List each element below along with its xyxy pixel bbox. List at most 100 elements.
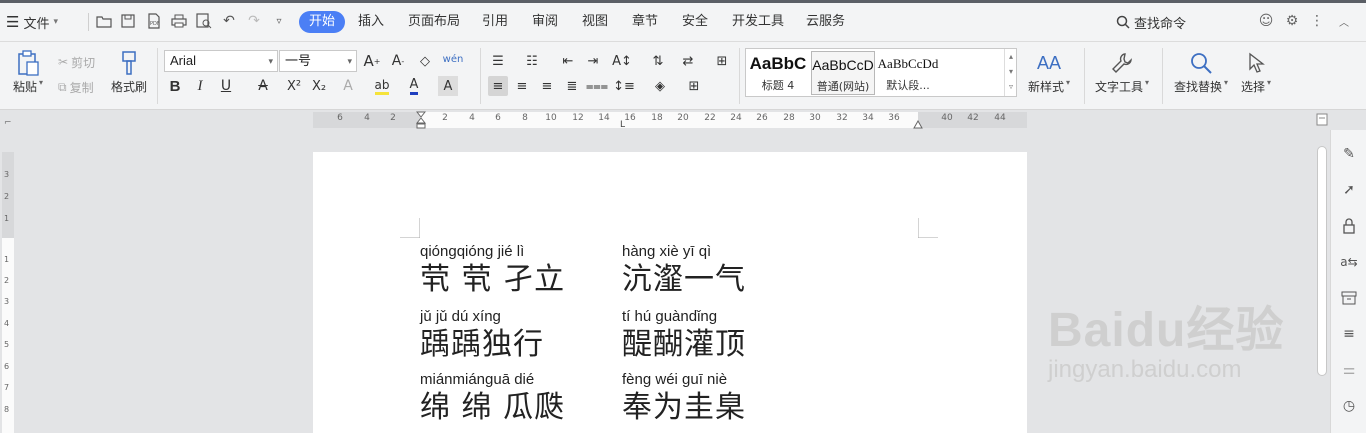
line-spacing-icon[interactable]: ↕≡ — [613, 76, 635, 96]
title-strip — [0, 0, 1366, 3]
align-center-icon[interactable]: ≡ — [512, 76, 532, 96]
ruler-tick-label: 40 — [941, 113, 953, 123]
increase-indent-icon[interactable]: ⇥ — [583, 51, 603, 71]
styles-scroll[interactable]: ▴ ▾ ▿ — [1004, 49, 1017, 96]
indent-marker[interactable] — [415, 111, 427, 129]
tab-insert[interactable]: 插入 — [358, 11, 384, 33]
pinyin-guide-icon[interactable]: wén — [443, 49, 464, 69]
export-pdf-icon[interactable]: PDF — [144, 11, 164, 31]
history-clock-icon[interactable]: ◷ — [1339, 396, 1359, 416]
vruler-tick-label: 5 — [4, 340, 10, 349]
print-icon[interactable] — [169, 11, 189, 31]
cursor-arrow-icon — [1242, 48, 1270, 78]
style-normal-web[interactable]: AaBbCcD 普通(网站) — [811, 51, 875, 95]
bold-icon[interactable]: B — [165, 76, 185, 96]
tab-security[interactable]: 安全 — [682, 11, 708, 33]
translate-icon[interactable]: a⇆ — [1339, 252, 1359, 272]
decrease-font-size-icon[interactable]: A- — [388, 51, 408, 71]
bullet-list-icon[interactable]: ☰ — [488, 51, 508, 71]
ruler-tick-label: 4 — [469, 113, 475, 123]
feedback-smiley-icon[interactable]: ☺ — [1256, 11, 1276, 31]
undo-icon[interactable]: ↶ — [219, 11, 239, 31]
superscript-icon[interactable]: X² — [284, 76, 304, 96]
paintbrush-icon — [115, 48, 143, 78]
select-button[interactable]: 选择 ▾ — [1236, 48, 1276, 104]
italic-icon[interactable]: I — [190, 76, 210, 96]
distributed-align-icon[interactable]: ⩶ — [586, 76, 608, 96]
tab-stop-marker[interactable]: L — [620, 120, 625, 130]
lock-icon[interactable] — [1339, 216, 1359, 236]
tab-review[interactable]: 审阅 — [532, 11, 558, 33]
numbered-list-icon[interactable]: ☷ — [522, 51, 542, 71]
file-menu[interactable]: ☰ 文件 ▾ — [6, 11, 58, 33]
text-effect-icon[interactable]: A — [338, 76, 358, 96]
tab-developer-tools[interactable]: 开发工具 — [732, 11, 784, 33]
tab-stop-selector[interactable]: ⌐ — [4, 118, 12, 128]
justify-icon[interactable]: ≣ — [562, 76, 582, 96]
gear-icon[interactable]: ⚙ — [1282, 11, 1302, 31]
font-color-icon[interactable]: A — [404, 76, 424, 96]
tab-cloud-services[interactable]: 云服务 — [806, 11, 845, 33]
find-replace-label: 查找替换 — [1173, 80, 1222, 94]
ruler-tick-label: 24 — [730, 113, 742, 123]
paste-button[interactable]: 粘贴 ▾ — [8, 48, 48, 104]
print-preview-icon[interactable] — [194, 11, 214, 31]
adjust-sliders-icon[interactable]: ⚌ — [1339, 360, 1359, 380]
scrollbar-thumb[interactable] — [1317, 146, 1327, 376]
text-tools-button[interactable]: 文字工具 ▾ — [1092, 48, 1152, 104]
vertical-ruler[interactable]: 3 2 1 1 2 3 4 5 6 7 8 — [0, 130, 16, 433]
format-painter-button[interactable]: 格式刷 — [108, 48, 150, 104]
scissors-icon: ✂ — [58, 55, 69, 69]
shading-fill-icon[interactable]: ◈ — [650, 76, 670, 96]
pinyin-word: miánmiánguā dié 绵 绵 瓜瓞 — [420, 370, 565, 426]
divider — [1162, 48, 1163, 104]
more-vertical-icon[interactable]: ⋮ — [1307, 11, 1327, 31]
copy-icon: ⧉ — [58, 79, 67, 94]
table-layout-icon[interactable]: ⊞ — [712, 51, 732, 71]
clear-formatting-icon[interactable]: ◇ — [415, 51, 435, 71]
subscript-icon[interactable]: X₂ — [309, 76, 329, 96]
scrollbar-top-button[interactable] — [1314, 110, 1330, 130]
new-style-button[interactable]: AA 新样式 ▾ — [1026, 48, 1072, 104]
show-hide-marks-icon[interactable]: ⇄ — [678, 51, 698, 71]
document-page[interactable]: qióngqióng jié lì 茕 茕 孑立 hàng xiè yī qì … — [313, 152, 1027, 433]
tab-page-layout[interactable]: 页面布局 — [408, 11, 460, 33]
align-right-icon[interactable]: ≡ — [537, 76, 557, 96]
cut-button[interactable]: ✂ 剪切 — [58, 52, 95, 72]
hanzi-text: 踽踽独行 — [420, 327, 544, 362]
chinese-layout-icon[interactable]: A↕ — [612, 51, 632, 71]
vertical-scrollbar[interactable] — [1314, 130, 1330, 433]
horizontal-ruler[interactable]: ⌐ 6 4 2 2 4 6 8 10 12 14 16 18 20 22 24 26 28 30 32 34 36 40 4… — [0, 110, 1330, 130]
tab-view[interactable]: 视图 — [582, 11, 608, 33]
open-folder-icon[interactable] — [94, 11, 114, 31]
find-replace-button[interactable]: 查找替换 ▾ — [1170, 48, 1232, 104]
underline-icon[interactable]: U — [216, 76, 236, 96]
font-size-select[interactable]: 一号 ▾ — [279, 50, 357, 72]
redo-icon[interactable]: ↷ — [244, 11, 264, 31]
tab-home[interactable]: 开始 — [299, 11, 346, 33]
collapse-ribbon-icon[interactable]: ︿ — [1334, 11, 1354, 31]
style-heading-4[interactable]: AaBbC 标题 4 — [746, 51, 810, 95]
tab-chapter[interactable]: 章节 — [632, 11, 658, 33]
character-shading-icon[interactable]: A — [438, 76, 458, 96]
highlight-icon[interactable]: ab — [372, 76, 392, 96]
customize-toolbar-icon[interactable]: ▿ — [269, 11, 289, 31]
style-default-paragraph[interactable]: AaBbCcDd 默认段... — [876, 51, 940, 95]
font-name-select[interactable]: Arial ▾ — [164, 50, 278, 72]
sort-icon[interactable]: ⇅ — [648, 51, 668, 71]
increase-font-size-icon[interactable]: A + — [362, 51, 382, 71]
borders-icon[interactable]: ⊞ — [684, 76, 704, 96]
align-left-icon[interactable]: ≡ — [488, 76, 508, 96]
pen-edit-icon[interactable]: ✎ — [1339, 144, 1359, 164]
strikethrough-icon[interactable]: A — [253, 76, 273, 96]
save-icon[interactable] — [118, 11, 138, 31]
wrench-icon — [1108, 48, 1136, 78]
pinyin-word: qióngqióng jié lì 茕 茕 孑立 — [420, 242, 565, 298]
command-search[interactable]: 查找命令 — [1116, 11, 1186, 33]
copy-button[interactable]: ⧉ 复制 — [58, 77, 94, 97]
pointer-select-icon[interactable]: ➚ — [1339, 180, 1359, 200]
decrease-indent-icon[interactable]: ⇤ — [558, 51, 578, 71]
archive-box-icon[interactable] — [1339, 288, 1359, 308]
tab-references[interactable]: 引用 — [482, 11, 508, 33]
outline-list-icon[interactable]: ≡ — [1339, 324, 1359, 344]
